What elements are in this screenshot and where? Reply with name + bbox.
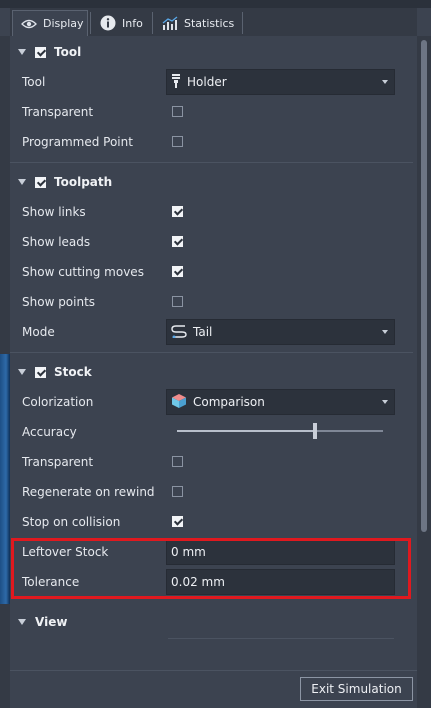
accuracy-label: Accuracy: [22, 425, 77, 439]
stop-on-collision-checkbox[interactable]: [172, 516, 183, 527]
viewport-preview: [0, 354, 10, 604]
exit-simulation-button[interactable]: Exit Simulation: [300, 677, 413, 701]
viewport-edge: [0, 36, 10, 708]
toolpath-section-title: Toolpath: [54, 175, 113, 189]
show-cutting-moves-checkbox[interactable]: [172, 266, 183, 277]
mode-label: Mode: [22, 325, 55, 339]
stock-section-header[interactable]: Stock: [18, 365, 92, 379]
panel-scrollbar[interactable]: [417, 36, 431, 708]
tab-statistics-label: Statistics: [184, 16, 235, 30]
colorization-label: Colorization: [22, 395, 94, 409]
tab-display-label: Display: [43, 17, 84, 30]
tool-section-header[interactable]: Tool: [18, 45, 81, 59]
tab-info-label: Info: [122, 16, 143, 30]
colorization-dropdown[interactable]: Comparison: [166, 389, 395, 415]
tool-transparent-checkbox[interactable]: [172, 106, 183, 117]
stock-transparent-checkbox[interactable]: [172, 456, 183, 467]
regenerate-on-rewind-label: Regenerate on rewind: [22, 485, 155, 499]
view-section-header[interactable]: View: [18, 615, 67, 629]
expand-triangle-icon[interactable]: [18, 619, 26, 625]
scrollbar-thumb[interactable]: [421, 40, 427, 532]
expand-triangle-icon[interactable]: [18, 49, 26, 55]
holder-icon: [171, 73, 181, 91]
tool-dropdown[interactable]: Holder: [166, 69, 395, 95]
chevron-down-icon: [382, 330, 388, 334]
programmed-point-checkbox[interactable]: [172, 136, 183, 147]
tab-separator: [152, 12, 153, 34]
show-leads-checkbox[interactable]: [172, 236, 183, 247]
programmed-point-label: Programmed Point: [22, 135, 133, 149]
accuracy-slider[interactable]: [177, 430, 383, 432]
show-points-checkbox[interactable]: [172, 296, 183, 307]
expand-triangle-icon[interactable]: [18, 179, 26, 185]
tool-label: Tool: [22, 75, 46, 89]
highlight-box: [11, 538, 411, 599]
view-row-line: [168, 638, 394, 639]
stock-section-title: Stock: [54, 365, 92, 379]
chevron-down-icon: [382, 400, 388, 404]
stop-on-collision-label: Stop on collision: [22, 515, 121, 529]
tool-section-title: Tool: [54, 45, 82, 59]
chevron-down-icon: [382, 80, 388, 84]
tool-dropdown-value: Holder: [187, 75, 227, 89]
section-divider: [10, 352, 413, 353]
tab-separator: [90, 12, 91, 34]
show-leads-label: Show leads: [22, 235, 91, 249]
tool-section-checkbox[interactable]: [35, 46, 46, 58]
toolpath-section-header[interactable]: Toolpath: [18, 175, 112, 189]
colorization-dropdown-value: Comparison: [193, 395, 265, 409]
footer-divider: [10, 670, 417, 671]
tab-bar: Display Info Statistics: [10, 8, 417, 37]
tool-transparent-label: Transparent: [22, 105, 94, 119]
expand-triangle-icon[interactable]: [18, 369, 26, 375]
tab-info[interactable]: Info: [92, 10, 152, 36]
top-strip: [0, 0, 431, 8]
mode-dropdown[interactable]: Tail: [166, 319, 395, 345]
eye-icon: [21, 19, 37, 29]
show-links-checkbox[interactable]: [172, 206, 183, 217]
tab-display[interactable]: Display: [12, 10, 88, 36]
info-icon: [100, 15, 116, 31]
show-links-label: Show links: [22, 205, 86, 219]
mode-dropdown-value: Tail: [193, 325, 213, 339]
accuracy-slider-thumb[interactable]: [313, 423, 318, 439]
show-points-label: Show points: [22, 295, 96, 309]
show-cutting-moves-label: Show cutting moves: [22, 265, 144, 279]
stock-section-checkbox[interactable]: [35, 366, 46, 378]
view-section-title: View: [35, 615, 68, 629]
tab-statistics[interactable]: Statistics: [154, 10, 240, 36]
accuracy-slider-fill: [177, 430, 316, 432]
tail-path-icon: [171, 324, 187, 341]
regenerate-on-rewind-checkbox[interactable]: [172, 486, 183, 497]
statistics-icon: [162, 16, 178, 30]
tab-separator: [242, 12, 243, 34]
section-divider: [10, 162, 413, 163]
toolpath-section-checkbox[interactable]: [35, 176, 46, 188]
comparison-cube-icon: [171, 393, 187, 412]
stock-transparent-label: Transparent: [22, 455, 94, 469]
